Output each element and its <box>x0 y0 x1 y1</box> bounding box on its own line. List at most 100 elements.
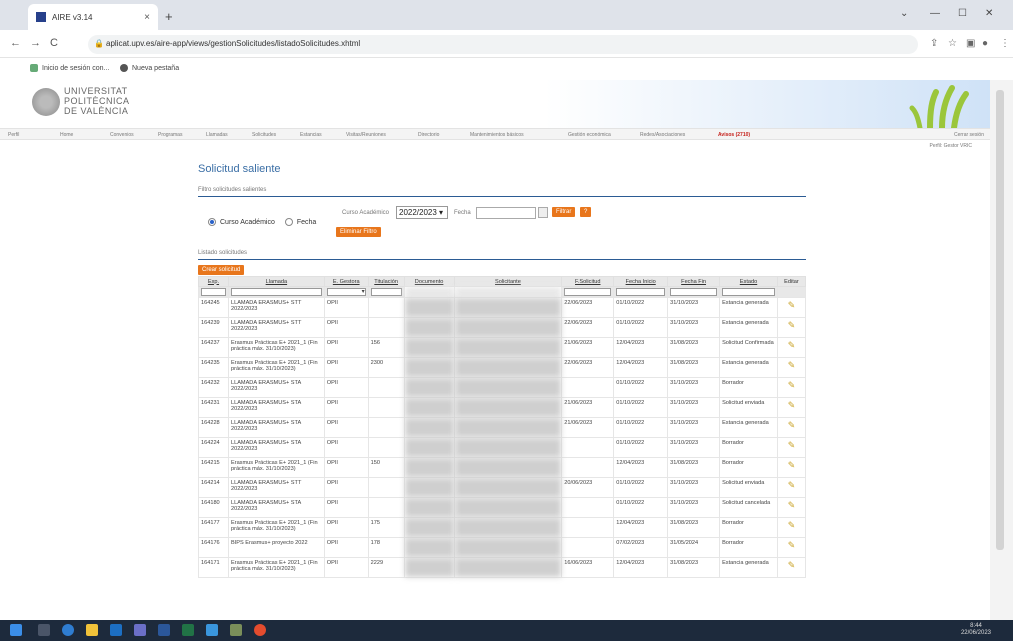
menu-item-mantenimientos[interactable]: Mantenimientos básicos <box>470 132 524 138</box>
table-row[interactable]: 164235 Erasmus Prácticas E+ 2021_1 (Fin p… <box>198 357 807 378</box>
edge-icon[interactable] <box>62 624 74 636</box>
word-icon[interactable] <box>158 624 170 636</box>
table-row[interactable]: 164214 LLAMADA ERASMUS+ STT 2022/2023 OPII… <box>198 477 807 498</box>
menu-item-estancias[interactable]: Estancias <box>300 132 322 138</box>
edit-pencil-icon[interactable]: ✎ <box>776 497 807 518</box>
share-icon[interactable]: ⇪ <box>930 38 938 49</box>
filter-fecha-inicio-input[interactable] <box>616 288 666 296</box>
task-view-icon[interactable] <box>38 624 50 636</box>
column-header-titulacion[interactable]: Titulación <box>367 276 405 287</box>
edit-pencil-icon[interactable]: ✎ <box>776 397 807 418</box>
column-header-documento[interactable]: Documento <box>403 276 455 287</box>
forward-icon[interactable]: → <box>30 37 41 49</box>
table-row[interactable]: 164224 LLAMADA ERASMUS+ STA 2022/2023 OPII… <box>198 437 807 458</box>
menu-item-avisos[interactable]: Avisos (2710) <box>718 132 750 138</box>
system-clock[interactable]: 8:44 22/06/2023 <box>961 623 991 637</box>
url-input[interactable]: 🔒 aplicat.upv.es/aire-app/views/gestionS… <box>88 35 918 54</box>
excel-icon[interactable] <box>182 624 194 636</box>
help-button[interactable]: ? <box>580 207 592 217</box>
menu-item-llamadas[interactable]: Llamadas <box>206 132 228 138</box>
edit-pencil-icon[interactable]: ✎ <box>776 437 807 458</box>
app-icon[interactable] <box>230 624 242 636</box>
radio-curso-academico[interactable] <box>208 218 216 226</box>
reload-icon[interactable]: C <box>50 37 58 49</box>
outlook-icon[interactable] <box>110 624 122 636</box>
table-row[interactable]: 164176 BIPS Erasmus+ proyecto 2022 OPII 178… <box>198 537 807 558</box>
radio-fecha[interactable] <box>284 218 293 226</box>
eliminar-filtro-button[interactable]: Eliminar Filtro <box>336 227 381 237</box>
edit-pencil-icon[interactable]: ✎ <box>776 517 807 538</box>
browser-tab[interactable]: AIRE v3.14 × <box>28 4 158 30</box>
edit-pencil-icon[interactable]: ✎ <box>776 337 807 358</box>
filter-titulacion-input[interactable] <box>370 288 402 296</box>
tab-search-icon[interactable]: ⌄ <box>900 8 908 19</box>
table-row[interactable]: 164239 LLAMADA ERASMUS+ STT 2022/2023 OPII… <box>198 317 807 338</box>
table-row[interactable]: 164171 Erasmus Prácticas E+ 2021_1 (Fin p… <box>198 557 807 578</box>
column-header-fecha-fin[interactable]: Fecha Fin <box>667 276 721 287</box>
minimize-icon[interactable]: — <box>930 8 940 19</box>
curso-academico-select[interactable]: 2022/2023 ▾ <box>396 206 448 219</box>
column-header-fecha-inicio[interactable]: Fecha Inicio <box>613 276 669 287</box>
column-header-gestora[interactable]: E. Gestora <box>323 276 369 287</box>
table-row[interactable]: 164215 Erasmus Prácticas E+ 2021_1 (Fin p… <box>198 457 807 478</box>
menu-icon[interactable]: ⋮ <box>1000 38 1010 49</box>
scrollbar-thumb[interactable] <box>996 90 1004 550</box>
filter-estado-input[interactable] <box>722 288 775 296</box>
table-row[interactable]: 164237 Erasmus Prácticas E+ 2021_1 (Fin p… <box>198 337 807 358</box>
column-header-exp[interactable]: Exp. <box>198 276 229 287</box>
bookmark-item[interactable]: Nueva pestaña <box>120 64 179 72</box>
file-explorer-icon[interactable] <box>86 624 98 636</box>
edit-pencil-icon[interactable]: ✎ <box>776 317 807 338</box>
edit-pencil-icon[interactable]: ✎ <box>776 537 807 558</box>
start-icon[interactable] <box>10 624 22 636</box>
bookmark-star-icon[interactable]: ☆ <box>948 38 957 49</box>
edit-pencil-icon[interactable]: ✎ <box>776 477 807 498</box>
column-header-f-solicitud[interactable]: F.Solicitud <box>561 276 615 287</box>
filtrar-button[interactable]: Filtrar <box>552 207 576 217</box>
menu-item-gestion-economica[interactable]: Gestión económica <box>568 132 611 138</box>
filter-fecha-fin-input[interactable] <box>670 288 718 296</box>
back-icon[interactable]: ← <box>10 37 21 49</box>
menu-item-perfil[interactable]: Perfil <box>8 132 19 138</box>
edit-pencil-icon[interactable]: ✎ <box>776 417 807 438</box>
table-row[interactable]: 164245 LLAMADA ERASMUS+ STT 2022/2023 OPII… <box>198 297 807 318</box>
edit-pencil-icon[interactable]: ✎ <box>776 297 807 318</box>
filter-exp-input[interactable] <box>201 288 226 296</box>
table-row[interactable]: 164228 LLAMADA ERASMUS+ STA 2022/2023 OPII… <box>198 417 807 438</box>
table-row[interactable]: 164232 LLAMADA ERASMUS+ STA 2022/2023 OPII… <box>198 377 807 398</box>
menu-item-visitas[interactable]: Visitas/Reuniones <box>346 132 386 138</box>
menu-item-home[interactable]: Home <box>60 132 73 138</box>
edit-pencil-icon[interactable]: ✎ <box>776 357 807 378</box>
calendar-icon[interactable] <box>538 207 548 218</box>
table-row[interactable]: 164231 LLAMADA ERASMUS+ STA 2022/2023 OPII… <box>198 397 807 418</box>
close-window-icon[interactable]: ✕ <box>985 8 993 19</box>
chrome-icon[interactable] <box>254 624 266 636</box>
column-header-llamada[interactable]: Llamada <box>227 276 325 287</box>
teams-icon[interactable] <box>134 624 146 636</box>
table-row[interactable]: 164177 Erasmus Prácticas E+ 2021_1 (Fin p… <box>198 517 807 538</box>
sidebar-icon[interactable]: ▣ <box>966 38 975 49</box>
filter-llamada-input[interactable] <box>230 288 322 296</box>
app-icon[interactable] <box>206 624 218 636</box>
filter-f-solicitud-input[interactable] <box>564 288 612 296</box>
logout-link[interactable]: Cerrar sesión <box>954 132 984 138</box>
crear-solicitud-button[interactable]: Crear solicitud <box>198 265 245 275</box>
filter-gestora-select[interactable]: ▾ <box>326 288 366 296</box>
bookmark-item[interactable]: Inicio de sesión con... <box>30 64 109 72</box>
menu-item-directorio[interactable]: Directorio <box>418 132 439 138</box>
maximize-icon[interactable]: ☐ <box>958 8 967 19</box>
page-scrollbar[interactable] <box>990 80 1013 620</box>
close-tab-icon[interactable]: × <box>144 12 150 23</box>
fecha-input[interactable] <box>476 207 536 219</box>
column-header-solicitante[interactable]: Solicitante <box>453 276 563 287</box>
edit-pencil-icon[interactable]: ✎ <box>776 557 807 578</box>
column-header-estado[interactable]: Estado <box>719 276 778 287</box>
menu-item-convenios[interactable]: Convenios <box>110 132 134 138</box>
profile-icon[interactable]: ● <box>982 38 988 49</box>
menu-item-programas[interactable]: Programas <box>158 132 182 138</box>
edit-pencil-icon[interactable]: ✎ <box>776 457 807 478</box>
menu-item-redes[interactable]: Redes/Asociaciones <box>640 132 685 138</box>
edit-pencil-icon[interactable]: ✎ <box>776 377 807 398</box>
menu-item-solicitudes[interactable]: Solicitudes <box>252 132 276 138</box>
table-row[interactable]: 164180 LLAMADA ERASMUS+ STA 2022/2023 OPII… <box>198 497 807 518</box>
